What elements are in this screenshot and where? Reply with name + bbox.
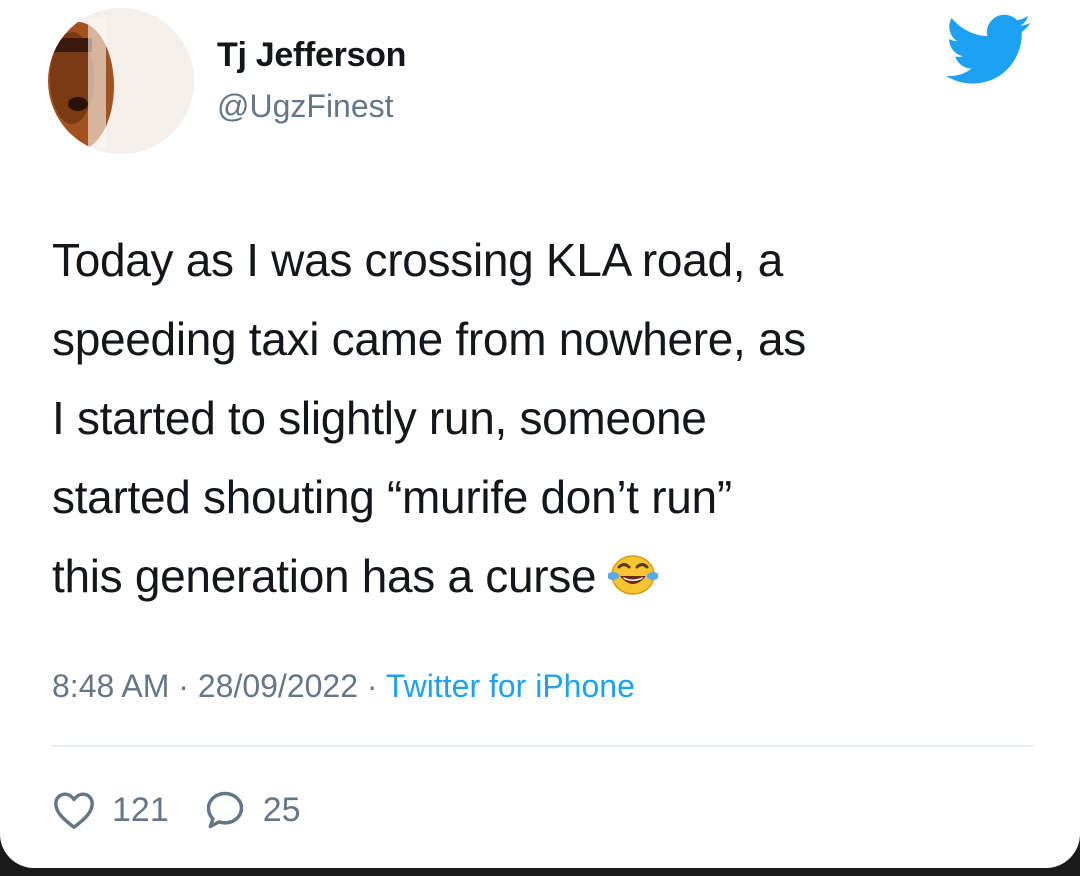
reply-count: 25	[262, 790, 301, 829]
like-button[interactable]: 121	[52, 790, 169, 830]
like-count: 121	[112, 790, 169, 829]
heart-icon	[52, 790, 96, 830]
author-handle[interactable]: @UgzFinest	[217, 88, 394, 125]
laughing-tears-emoji-icon	[607, 543, 660, 595]
tweet-body: Today as I was crossing KLA road, a spee…	[52, 221, 1042, 616]
tweet-meta: 8:48 AM · 28/09/2022 · Twitter for iPhon…	[52, 668, 635, 705]
engagement-stats: 121 25	[52, 780, 301, 840]
tweet-date[interactable]: 28/09/2022	[198, 668, 358, 704]
tweet-source-link[interactable]: Twitter for iPhone	[386, 668, 635, 704]
twitter-bird-icon	[942, 12, 1032, 94]
avatar[interactable]	[48, 8, 194, 154]
divider	[52, 745, 1034, 747]
meta-separator: ·	[178, 668, 189, 704]
meta-separator: ·	[366, 668, 378, 704]
speech-bubble-icon	[203, 788, 247, 832]
tweet-time[interactable]: 8:48 AM	[52, 668, 169, 704]
reply-button[interactable]: 25	[203, 788, 301, 832]
tweet-text: Today as I was crossing KLA road, a spee…	[52, 234, 807, 602]
tweet-card: Tj Jefferson @UgzFinest Today as I was c…	[0, 0, 1080, 868]
author-name[interactable]: Tj Jefferson	[217, 36, 406, 75]
